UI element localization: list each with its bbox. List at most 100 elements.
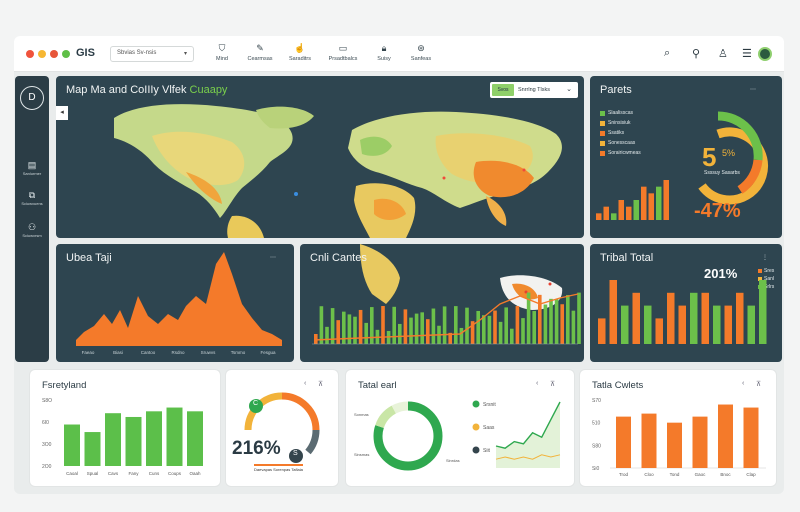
parcels-chart — [596, 111, 768, 220]
total-legend-label: Saas — [483, 425, 495, 431]
owners-bar — [641, 413, 657, 468]
critical-bar — [487, 315, 492, 344]
critical-bar — [381, 306, 385, 344]
parcels-bar — [603, 206, 609, 220]
tribal-bar — [598, 318, 606, 344]
critical-bar — [566, 295, 570, 344]
nav-label: Mind — [216, 56, 228, 62]
critical-bar — [504, 307, 508, 344]
critical-bar — [370, 307, 374, 344]
user-search-icon[interactable]: ⚲ — [692, 47, 700, 60]
nav-label: Prsadtbalcs — [328, 56, 358, 62]
urban-x-label: Fesgua — [260, 350, 276, 355]
critical-bar — [577, 292, 581, 344]
critical-bar — [403, 309, 408, 344]
gauge-badge-2: S — [293, 450, 298, 457]
app-logo[interactable]: D — [20, 86, 44, 110]
search-icon[interactable]: ⌕ — [664, 47, 670, 60]
sidebar-item-1[interactable]: ▤ Sanlurmer — [17, 160, 47, 176]
parcels-bar — [663, 180, 669, 220]
tribal-bar — [759, 280, 767, 344]
chevron-down-icon: ▾ — [183, 51, 187, 57]
family-x-label: Coups — [168, 471, 182, 476]
urban-x-label: Rsdno — [171, 350, 185, 355]
urban-x-label: Tsmmo — [231, 350, 246, 355]
tribal-bar — [736, 292, 744, 344]
sidebar-item-3[interactable]: ⚇ Sciuwxrsm — [17, 222, 47, 238]
sidebar-item-label: Sciuwxuens — [21, 201, 43, 206]
search-placeholder: Sbvias Sv-nsis — [117, 50, 157, 56]
owners-bar — [718, 404, 733, 468]
parcels-bar — [656, 186, 662, 220]
urban-x-label: Sruwvs — [201, 350, 217, 355]
total-legend-label: Siit — [483, 448, 491, 454]
critical-bar — [498, 321, 503, 344]
map-panel: Map Ma and CoIIIy Vlfek Cuaapy ◂ — [56, 76, 584, 238]
critical-bar — [336, 320, 340, 344]
parcels-panel: Parets ⋯ Slaalisscas Sninsisiuk Ssatiks Son… — [590, 76, 782, 238]
critical-bar — [493, 310, 497, 344]
owners-y-tick: 510 — [592, 421, 601, 427]
critical-bar — [353, 316, 357, 344]
owners-bar — [616, 416, 631, 468]
nav-label: Sanfeas — [410, 56, 432, 62]
nav-label: Cearmsas — [247, 56, 273, 62]
family-x-label: Cuns — [149, 471, 160, 476]
critical-bar — [549, 298, 553, 344]
family-y-tick: 6I0 — [42, 420, 49, 426]
family-bar — [84, 432, 101, 466]
window-close-dot[interactable] — [26, 50, 34, 58]
tribal-bar — [701, 292, 709, 344]
urban-area-chart: Faeao Biasi Cantoo Rsdno Sruwvs Tsmmo Fesgua — [76, 252, 282, 355]
tribal-bar — [621, 305, 629, 344]
owners-y-tick: S80 — [592, 443, 601, 449]
nav-label: Suisy — [377, 56, 391, 62]
critical-bar — [543, 304, 548, 344]
critical-bar — [426, 319, 430, 344]
gauge-badge: C — [253, 400, 259, 407]
parcels-bar — [611, 213, 617, 220]
nav-item-sanfeas[interactable]: ⊛ Sanfeas — [396, 42, 446, 62]
owners-x-label: Cloo — [644, 472, 654, 477]
tribal-bar — [713, 305, 721, 344]
parcels-bar — [648, 193, 654, 220]
window-minimize-dot[interactable] — [38, 50, 46, 58]
window-maximize-dot[interactable] — [50, 50, 58, 58]
critical-bar — [409, 317, 413, 344]
map-filter-button[interactable]: Svos — [492, 84, 514, 96]
menu-icon[interactable]: ☰ — [742, 47, 752, 60]
gauge-card-caption: Daevapas Sorenpas Taflaia — [254, 464, 303, 472]
tribal-bar — [655, 318, 663, 344]
donut-label: Sinsmas — [354, 452, 369, 457]
critical-bar — [325, 326, 329, 344]
donut-label: Sonmas — [354, 412, 369, 417]
map-filter-dropdown[interactable]: Svos Snrrlng Tlsks ⌄ — [490, 82, 578, 98]
gauge-value: 5 — [702, 142, 717, 172]
sidebar-item-2[interactable]: ⧉ Sciuwxuens — [17, 190, 47, 206]
critical-bar — [554, 299, 559, 344]
critical-bar — [414, 313, 419, 344]
parcels-bar — [633, 200, 639, 220]
tribal-bar — [747, 305, 755, 344]
owners-card: Tatla Cwlets ‹ ⊼ S70 510 S80 Si0 Trod Cloo Ton… — [580, 370, 776, 486]
avatar[interactable] — [758, 47, 772, 61]
family-bar-chart: S8O 6I0 3O0 2O0 Caoal Spual Cavs Fany Cuns Coups O… — [42, 398, 203, 476]
window-status-dot — [62, 50, 70, 58]
owners-x-label: Trod — [619, 472, 629, 477]
owners-y-tick: S70 — [592, 398, 601, 404]
family-y-tick: 3O0 — [42, 442, 52, 448]
nav-label: Saraditrs — [288, 56, 311, 62]
sidebar-item-label: Sanlurmer — [22, 171, 42, 176]
critical-bar — [314, 334, 318, 344]
total-charts: Sonmas Sinsmas Sinrdas Srsnit Saas Siit — [354, 400, 561, 471]
world-map[interactable] — [56, 76, 584, 238]
critical-bar — [431, 308, 436, 344]
search-input[interactable]: Sbvias Sv-nsis ▾ — [110, 46, 194, 62]
person-icon[interactable]: ♙ — [718, 47, 728, 60]
chevron-down-icon: ⌄ — [566, 86, 572, 93]
parcels-change: -47% — [694, 200, 741, 222]
owners-y-tick: Si0 — [592, 466, 599, 472]
critical-bar — [538, 294, 542, 344]
owners-bar-chart: S70 510 S80 Si0 Trod Cloo Tond Gaoc Bnoc Clap — [592, 398, 766, 477]
gauge-card-value: 216% — [232, 438, 281, 459]
